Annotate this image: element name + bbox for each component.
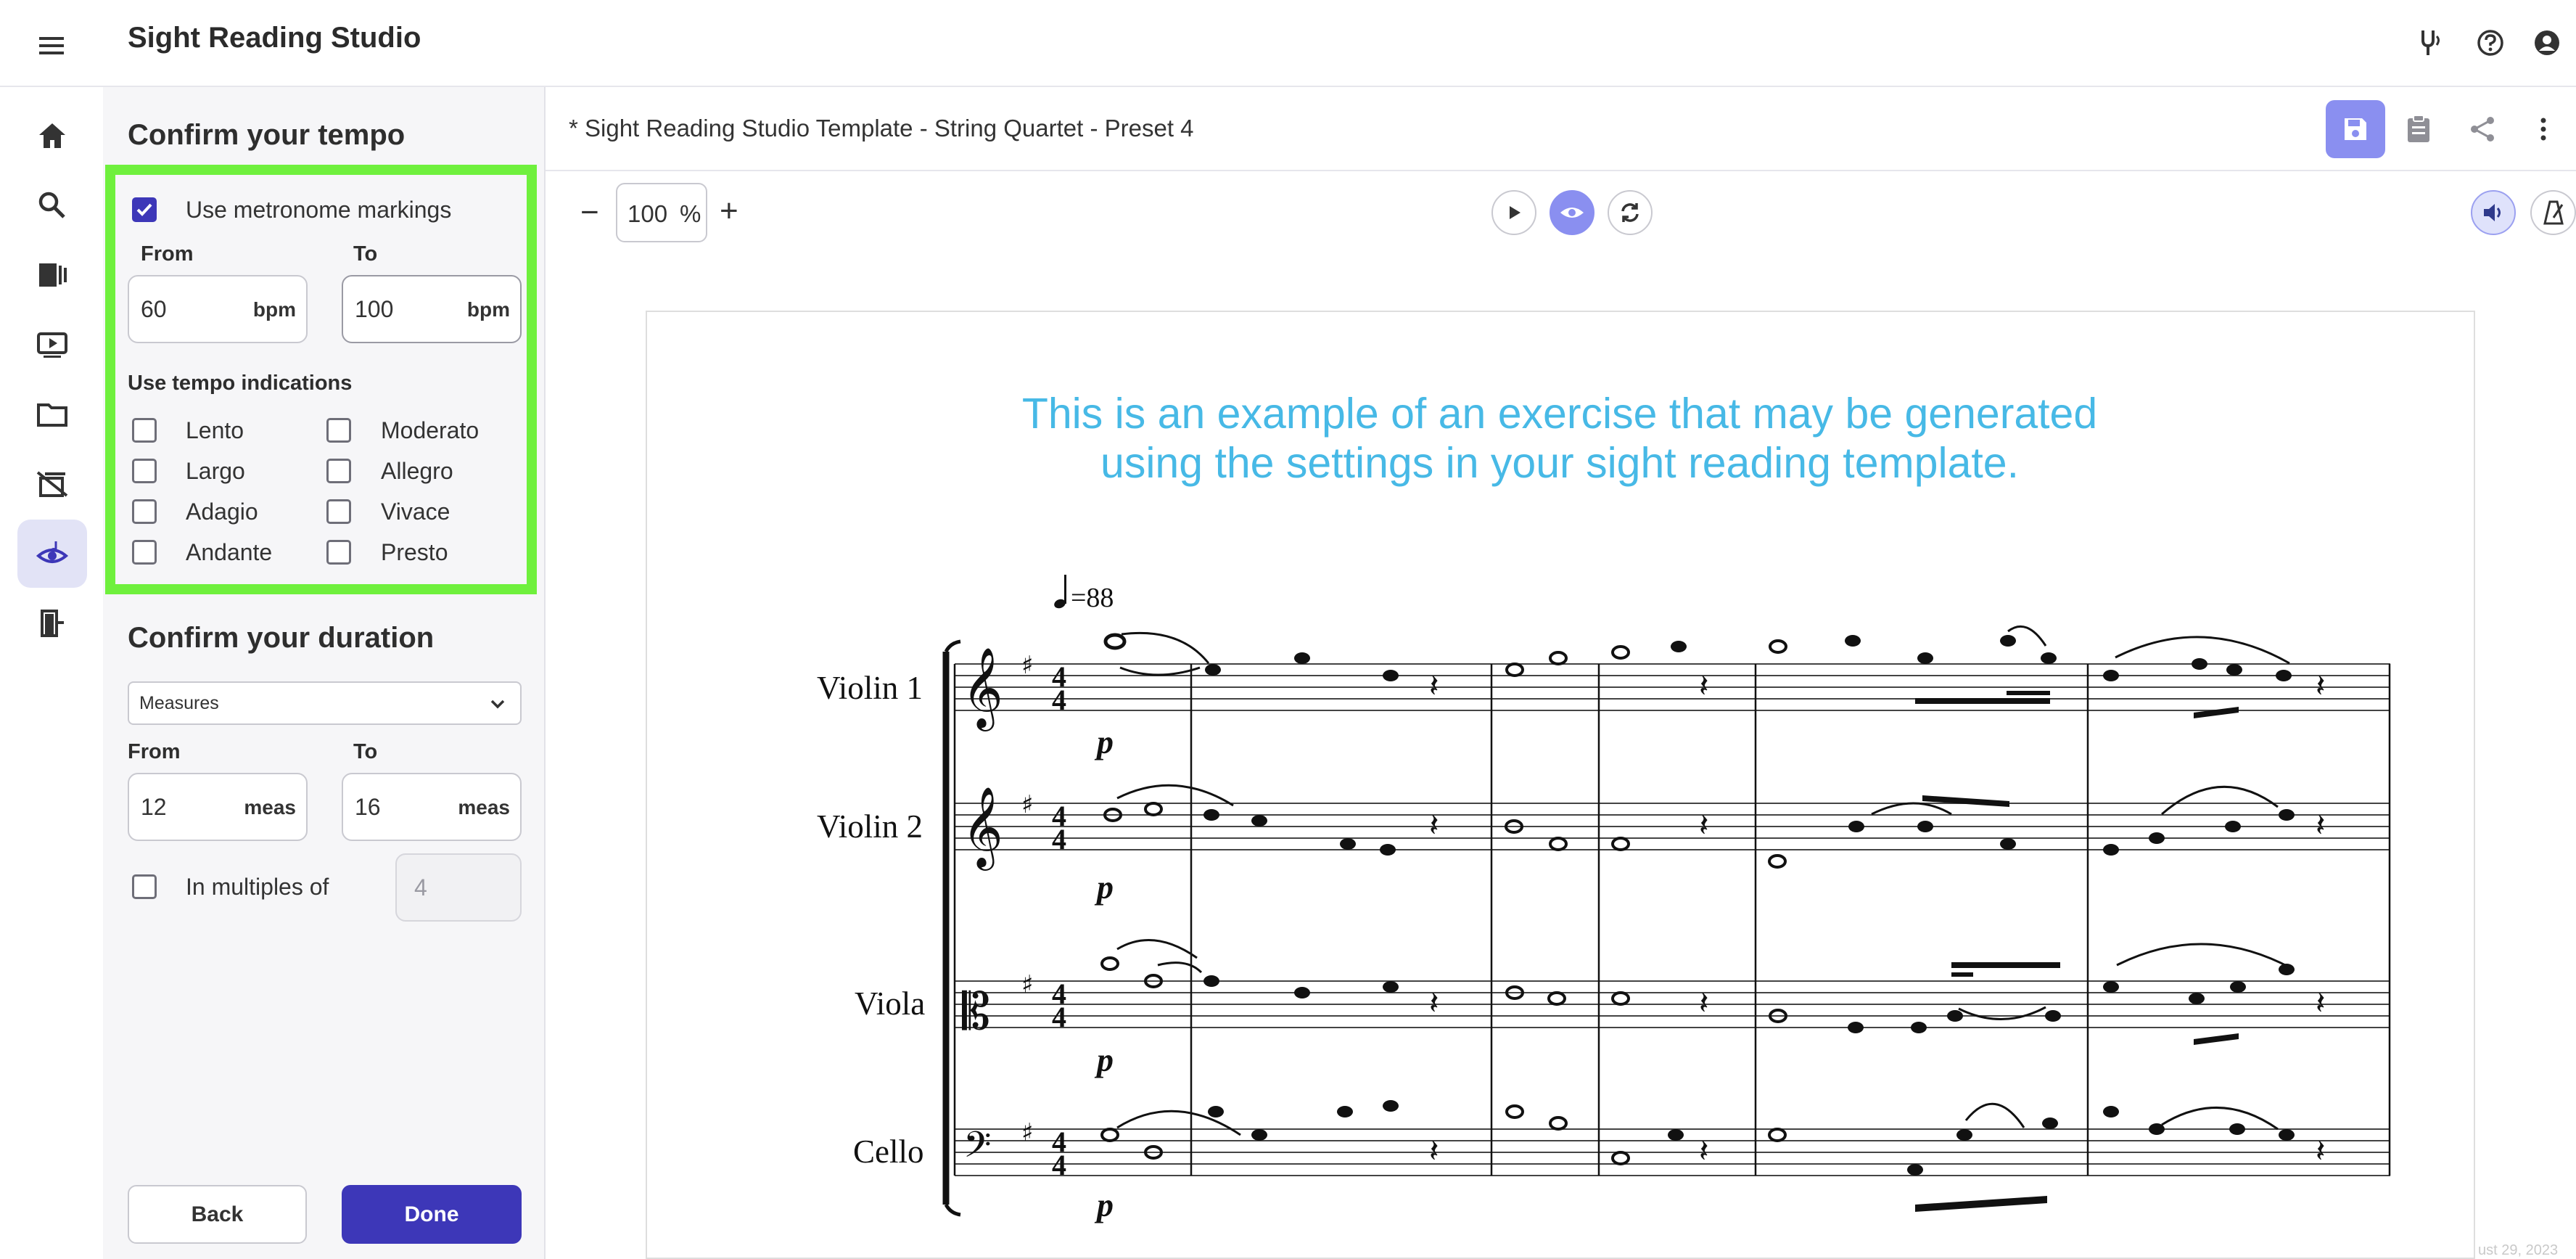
play-icon[interactable] xyxy=(1491,190,1536,235)
menu-icon[interactable] xyxy=(32,29,73,62)
example-text-line-1: This is an example of an exercise that m… xyxy=(1021,390,2098,438)
video-icon[interactable] xyxy=(17,311,87,379)
treble-clef-icon: 𝄞 xyxy=(962,647,1003,731)
zoom-input[interactable]: 100 % xyxy=(616,183,707,242)
svg-text:4: 4 xyxy=(1052,1149,1066,1181)
save-icon[interactable] xyxy=(2326,100,2385,158)
key-signature: ♯ ♯ ♯ ♯ xyxy=(1021,651,1033,1147)
folder-icon[interactable] xyxy=(17,380,87,448)
multiples-input[interactable]: 4 xyxy=(395,853,522,922)
app-title: Sight Reading Studio xyxy=(128,22,421,54)
library-icon[interactable] xyxy=(17,241,87,309)
assignments-icon[interactable] xyxy=(17,450,87,518)
svg-text:𝄽: 𝄽 xyxy=(1699,807,1708,844)
zoom-value: 100 xyxy=(627,200,668,227)
svg-text:4: 4 xyxy=(1052,684,1066,716)
svg-text:𝄽: 𝄽 xyxy=(1429,985,1439,1022)
back-button[interactable]: Back xyxy=(128,1185,307,1244)
sight-reading-icon[interactable] xyxy=(17,520,87,588)
instrument-name: Viola xyxy=(855,985,926,1022)
svg-text:♯: ♯ xyxy=(1021,651,1033,680)
svg-text:𝄽: 𝄽 xyxy=(2316,668,2325,705)
tempo-marking: =88 xyxy=(1071,583,1114,613)
document-title: * Sight Reading Studio Template - String… xyxy=(569,115,1194,142)
duration-from-unit: meas xyxy=(244,796,296,819)
instrument-name: Violin 2 xyxy=(817,808,923,845)
dynamic-marking: p xyxy=(1097,1186,1114,1223)
tuning-fork-icon[interactable] xyxy=(2413,25,2449,61)
duration-heading: Confirm your duration xyxy=(128,622,435,654)
duration-from-input[interactable]: 12 meas xyxy=(128,773,308,841)
sheet-footer-date: ust 29, 2023 xyxy=(2478,1242,2559,1258)
chevron-down-icon xyxy=(488,694,507,717)
tempo-heading: Confirm your tempo xyxy=(128,119,406,151)
duration-select-value: Measures xyxy=(139,693,219,713)
account-icon[interactable] xyxy=(2529,25,2565,61)
zoom-in-button[interactable]: + xyxy=(720,193,738,229)
score-notation: 𝄞 𝄞 𝄡 𝄢 ♯♯♯♯ 44 44 44 44 𝄽 𝄽 𝄽 𝄽 𝄽 𝄽 𝄽 𝄽… xyxy=(942,625,2391,1217)
duration-unit-select[interactable]: Measures xyxy=(128,681,522,725)
svg-text:𝄽: 𝄽 xyxy=(1699,668,1708,705)
duration-from-value: 12 xyxy=(141,794,167,820)
zoom-out-button[interactable]: − xyxy=(580,194,599,231)
refresh-icon[interactable] xyxy=(1608,190,1653,235)
staff-lines-violin1 xyxy=(955,663,2390,711)
in-multiples-checkbox[interactable] xyxy=(132,874,157,899)
dynamic-marking: p xyxy=(1097,869,1114,906)
multiples-value: 4 xyxy=(414,874,427,901)
svg-text:♯: ♯ xyxy=(1021,1118,1033,1147)
svg-text:♯: ♯ xyxy=(1021,790,1033,819)
zoom-unit: % xyxy=(680,200,701,227)
svg-text:𝄽: 𝄽 xyxy=(2316,1133,2325,1170)
metronome-icon[interactable] xyxy=(2530,190,2576,235)
done-button[interactable]: Done xyxy=(342,1185,522,1244)
bass-clef-icon: 𝄢 xyxy=(963,1124,992,1175)
time-signature: 44 44 44 44 xyxy=(1052,660,1066,1181)
treble-clef-icon: 𝄞 xyxy=(962,786,1003,871)
help-icon[interactable] xyxy=(2472,25,2509,61)
view-icon[interactable] xyxy=(1550,190,1594,235)
duration-from-label: From xyxy=(128,740,181,763)
svg-text:♯: ♯ xyxy=(1021,970,1033,999)
clipboard-icon[interactable] xyxy=(2403,112,2435,147)
navigation-rail xyxy=(0,87,103,1259)
svg-text:4: 4 xyxy=(1052,1001,1066,1033)
dynamic-marking: p xyxy=(1097,1041,1114,1078)
notes-viola xyxy=(1100,956,2295,1033)
search-icon[interactable] xyxy=(17,171,87,239)
duration-to-value: 16 xyxy=(355,794,381,820)
example-description: This is an example of an exercise that m… xyxy=(943,389,2176,488)
svg-text:𝄽: 𝄽 xyxy=(1429,807,1439,844)
dynamic-marking: p xyxy=(1097,723,1114,760)
duration-to-unit: meas xyxy=(458,796,510,819)
duration-to-label: To xyxy=(353,740,378,763)
instrument-name: Violin 1 xyxy=(817,670,923,706)
staff-lines-viola xyxy=(955,980,2390,1028)
svg-text:𝄽: 𝄽 xyxy=(1699,985,1708,1022)
svg-text:4: 4 xyxy=(1052,823,1066,856)
example-text-line-2: using the settings in your sight reading… xyxy=(1100,439,2019,487)
staff-lines-violin2 xyxy=(955,803,2390,850)
duration-to-input[interactable]: 16 meas xyxy=(342,773,522,841)
instrument-name: Cello xyxy=(853,1133,924,1170)
barlines xyxy=(953,664,2391,1176)
exit-icon[interactable] xyxy=(17,589,87,657)
svg-text:𝄽: 𝄽 xyxy=(2316,985,2325,1022)
share-icon[interactable] xyxy=(2466,112,2498,147)
svg-text:𝄽: 𝄽 xyxy=(2316,807,2325,844)
tempo-highlight-box xyxy=(105,165,537,594)
svg-text:𝄽: 𝄽 xyxy=(1429,668,1439,705)
rests: 𝄽 𝄽 𝄽 𝄽 𝄽 𝄽 𝄽 𝄽 𝄽 𝄽 𝄽 𝄽 xyxy=(1429,668,2325,1170)
more-vertical-icon[interactable] xyxy=(2530,112,2556,147)
quarter-note-icon xyxy=(1053,573,1071,613)
volume-icon[interactable] xyxy=(2471,190,2516,235)
alto-clef-icon: 𝄡 xyxy=(962,982,990,1041)
svg-text:𝄽: 𝄽 xyxy=(1699,1133,1708,1170)
in-multiples-label: In multiples of xyxy=(186,874,329,900)
home-icon[interactable] xyxy=(17,102,87,170)
svg-text:𝄽: 𝄽 xyxy=(1429,1133,1439,1170)
